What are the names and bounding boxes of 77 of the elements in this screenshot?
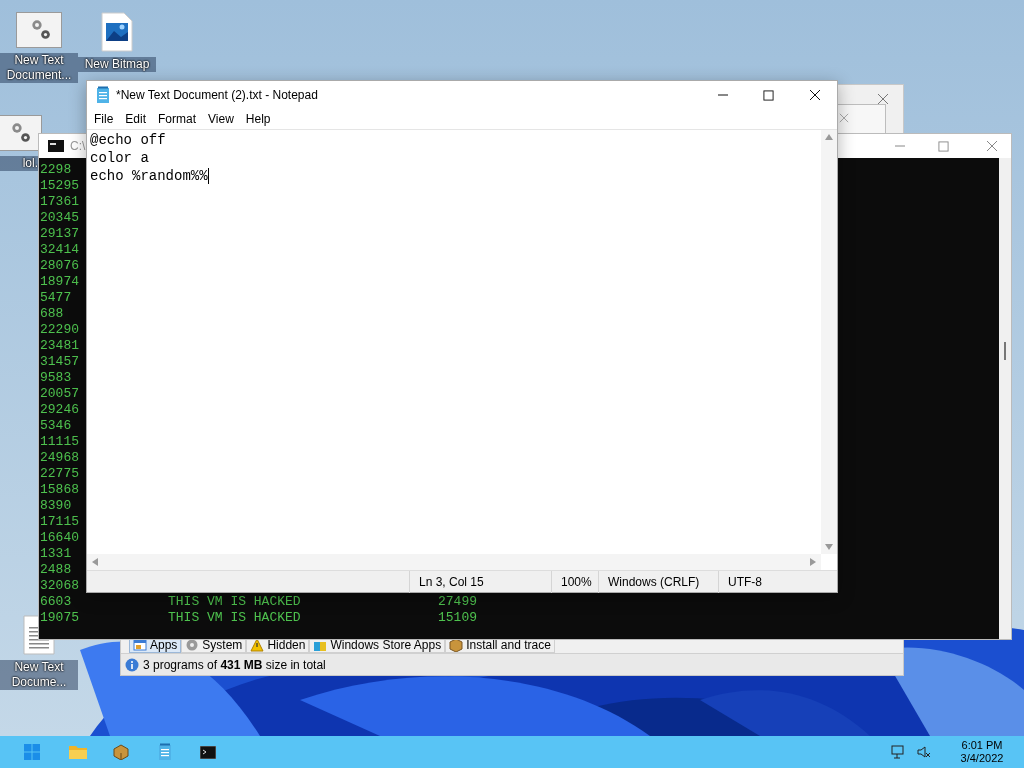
console-line: 15295 [40, 178, 79, 193]
console-line: 1331 [40, 546, 72, 561]
window-title: *New Text Document (2).txt - Notepad [116, 87, 318, 104]
window-title: C:\ [70, 138, 86, 155]
status-text: Ln 3, Col 15 [409, 571, 551, 593]
console-line: 2488 [40, 562, 72, 577]
scroll-down-icon[interactable] [825, 544, 833, 550]
network-icon[interactable] [891, 744, 907, 760]
text-editor[interactable]: @echo off color a echo %random%% [87, 130, 821, 554]
menu-item[interactable]: View [203, 110, 239, 128]
console-line: 20345 [40, 210, 79, 225]
console-line: 18974 [40, 274, 79, 289]
console-line: 15109 [438, 610, 477, 626]
info-icon [125, 657, 139, 672]
vertical-scrollbar[interactable] [821, 130, 837, 554]
console-line: 6603 [40, 594, 72, 609]
console-line: 17361 [40, 194, 79, 209]
desktop-icon-label[interactable]: New Bitmap [78, 57, 156, 72]
console-line: 19075 [40, 610, 79, 625]
close-icon[interactable] [809, 89, 821, 101]
console-line: 9583 [40, 370, 72, 385]
image-file-icon [101, 12, 133, 52]
menu-item[interactable]: Format [153, 110, 202, 128]
notepad-icon [96, 86, 110, 104]
console-line: THIS VM IS HACKED [168, 610, 301, 625]
console-line: 23481 [40, 338, 79, 353]
console-line: 28076 [40, 258, 79, 273]
console-line: 31457 [40, 354, 79, 369]
desktop-icon-label[interactable]: lol. [0, 156, 38, 171]
menu-item[interactable]: Edit [120, 110, 152, 128]
warning-icon [250, 637, 265, 652]
code-line: color a [90, 149, 149, 167]
desktop-icon-label[interactable]: New Text Docume... [0, 660, 78, 690]
console-line: 15868 [40, 482, 79, 497]
code-line: echo %random%% [90, 167, 208, 185]
console-line: THIS VM IS HACKED [168, 594, 301, 609]
console-line: 17115 [40, 514, 79, 529]
code-line: @echo off [90, 131, 166, 149]
console-line: 32414 [40, 242, 79, 257]
console-line: 688 [40, 306, 64, 321]
console-line: 5477 [40, 290, 72, 305]
clock-time[interactable]: 6:01 PM [961, 739, 1003, 752]
console-line: 22775 [40, 466, 79, 481]
console-line: 27499 [438, 594, 477, 610]
package-icon[interactable] [113, 744, 129, 760]
horizontal-scrollbar[interactable] [87, 554, 821, 570]
clock-date[interactable]: 3/4/2022 [960, 752, 1004, 765]
console-line: 8390 [40, 498, 72, 513]
console-icon [48, 140, 64, 152]
status-text: 3 programs of 431 MB size in total [143, 656, 326, 674]
console-line: 11115 [40, 434, 79, 449]
console-line: 29246 [40, 402, 79, 417]
console-line: 29137 [40, 226, 79, 241]
muted-speaker-icon[interactable] [916, 744, 932, 760]
console-line: 5346 [40, 418, 72, 433]
console-line: 16640 [40, 530, 79, 545]
desktop-icon-label[interactable]: New Text Document... [0, 53, 78, 83]
maximize-icon[interactable] [763, 89, 774, 101]
console-line: 32068 [40, 578, 79, 593]
status-text: Windows (CRLF) [598, 571, 718, 593]
console-icon[interactable] [200, 745, 216, 759]
status-text: 100% [551, 571, 598, 593]
menu-item[interactable]: File [89, 110, 119, 128]
notepad-icon[interactable] [158, 743, 172, 761]
console-line: 20057 [40, 386, 79, 401]
console-line: 24968 [40, 450, 79, 465]
scroll-thumb[interactable] [1004, 342, 1006, 360]
status-text: UTF-8 [718, 571, 837, 593]
menu-item[interactable]: Help [240, 110, 276, 128]
scroll-right-icon[interactable] [810, 558, 816, 566]
start-icon[interactable] [24, 744, 40, 760]
folder-icon[interactable] [69, 745, 87, 759]
console-line: 2298 [40, 162, 72, 177]
console-line: 22290 [40, 322, 79, 337]
text-caret [207, 168, 209, 184]
scroll-left-icon[interactable] [92, 558, 98, 566]
gear-file-icon [16, 12, 62, 48]
